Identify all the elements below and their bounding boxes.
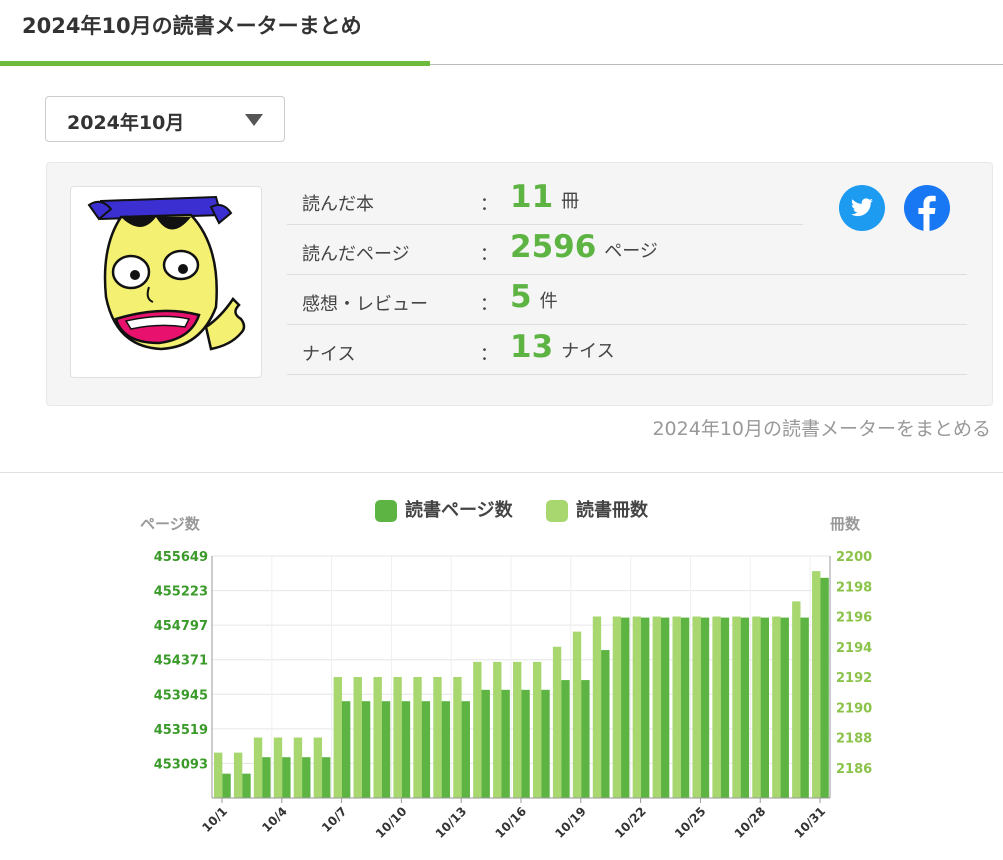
bar-books — [293, 737, 303, 798]
bar-pages — [262, 757, 271, 798]
bar-pages — [481, 689, 490, 798]
bar-pages — [242, 773, 251, 798]
bar-books — [652, 616, 661, 798]
bar-pages — [760, 617, 769, 798]
bar-pages — [561, 680, 570, 798]
bar-pages — [222, 773, 231, 798]
bar-books — [572, 631, 582, 798]
bar-pages — [680, 617, 690, 798]
right-tick-label: 2194 — [836, 641, 872, 656]
x-tick-label: 10/16 — [493, 804, 530, 841]
x-tick-label: 10/1 — [199, 804, 230, 835]
bar-pages — [282, 757, 291, 798]
reading-chart: 455649 455223 454797 454371 453945 453519 4530… — [154, 550, 872, 841]
bar-pages — [322, 757, 331, 798]
bar-books — [233, 752, 243, 798]
bar-pages — [740, 617, 750, 798]
bar-pages — [461, 701, 470, 798]
bar-books — [253, 737, 263, 798]
x-tick-label: 10/19 — [552, 804, 589, 841]
bar-pages — [700, 617, 710, 798]
bar-books — [812, 571, 821, 798]
bar-books — [792, 601, 801, 798]
bar-books — [393, 677, 402, 798]
right-tick-label: 2190 — [836, 701, 872, 716]
bar-pages — [541, 689, 550, 798]
left-tick-label: 455649 — [154, 550, 208, 565]
x-tick-label: 10/22 — [612, 804, 649, 841]
bar-pages — [601, 650, 610, 798]
bar-books — [532, 661, 542, 798]
bar-pages — [621, 617, 630, 798]
bar-pages — [381, 701, 391, 798]
bar-pages — [361, 701, 371, 798]
bar-pages — [581, 680, 590, 798]
left-tick-label: 455223 — [154, 585, 208, 600]
bar-pages — [341, 701, 351, 798]
x-tick-label: 10/10 — [373, 804, 410, 841]
bar-books — [473, 661, 482, 798]
bar-books — [712, 616, 721, 798]
bar-books — [612, 616, 622, 798]
bar-pages — [641, 617, 650, 798]
x-tick-label: 10/4 — [259, 804, 290, 835]
bar-pages — [401, 701, 411, 798]
left-tick-label: 453093 — [154, 757, 208, 772]
bar-books — [333, 677, 342, 798]
bar-books — [353, 677, 362, 798]
left-tick-label: 454797 — [154, 619, 208, 634]
left-tick-label: 454371 — [154, 654, 208, 669]
bar-pages — [780, 617, 789, 798]
bar-books — [672, 616, 681, 798]
bar-pages — [501, 689, 510, 798]
bar-books — [752, 616, 761, 798]
left-tick-label: 453519 — [154, 723, 208, 738]
left-tick-label: 453945 — [154, 688, 208, 703]
bar-books — [772, 616, 781, 798]
bar-pages — [421, 701, 431, 798]
bar-books — [453, 677, 462, 798]
bar-books — [213, 752, 223, 798]
bar-books — [413, 677, 422, 798]
bar-pages — [800, 617, 809, 798]
bar-pages — [660, 617, 670, 798]
x-tick-label: 10/31 — [792, 804, 829, 841]
bar-books — [493, 661, 502, 798]
x-tick-label: 10/28 — [732, 804, 769, 841]
right-tick-label: 2188 — [836, 732, 872, 747]
bar-books — [273, 737, 283, 798]
right-tick-label: 2200 — [836, 550, 872, 565]
x-tick-label: 10/13 — [433, 804, 470, 841]
bar-pages — [521, 689, 530, 798]
bar-pages — [441, 701, 451, 798]
bar-books — [313, 737, 323, 798]
bar-pages — [720, 617, 730, 798]
bar-books — [592, 616, 602, 798]
bar-pages — [302, 757, 311, 798]
bar-books — [632, 616, 642, 798]
x-tick-label: 10/25 — [672, 804, 709, 841]
x-tick-label: 10/7 — [319, 804, 350, 835]
right-tick-label: 2192 — [836, 671, 872, 686]
right-tick-label: 2186 — [836, 762, 872, 777]
right-tick-label: 2196 — [836, 611, 872, 626]
bar-books — [692, 616, 701, 798]
bar-books — [552, 646, 562, 798]
bar-pages — [820, 577, 829, 798]
bar-books — [732, 616, 741, 798]
right-tick-label: 2198 — [836, 580, 872, 595]
bar-books — [433, 677, 442, 798]
bar-books — [513, 661, 522, 798]
bar-books — [373, 677, 382, 798]
